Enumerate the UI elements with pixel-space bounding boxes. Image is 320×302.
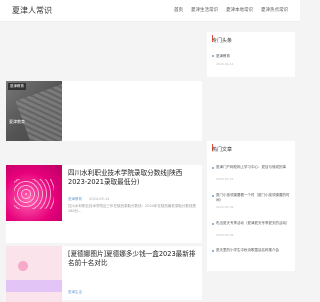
nav-item-local[interactable]: 夏津本地常识 (226, 7, 253, 13)
keyboard-image (15, 81, 62, 141)
widget-title: 专门头条 (212, 38, 233, 44)
bullet-icon (212, 223, 214, 225)
nav-item-life[interactable]: 夏津生活常识 (191, 7, 218, 13)
post-category[interactable]: 夏津教育 (68, 197, 82, 201)
banner-image (6, 280, 62, 292)
featured-thumbnail[interactable]: 夏津教育 夏津教育 (6, 81, 62, 141)
post-date: 2024-09-14 (89, 197, 110, 201)
nav-item-home[interactable]: 首页 (174, 7, 183, 13)
post-thumbnail[interactable] (6, 246, 62, 302)
flower-image (10, 256, 36, 276)
widget-title: 热门文章 (212, 147, 233, 153)
bullet-icon (212, 250, 214, 252)
site-header: 夏津人常识 首页 夏津生活常识 夏津本地常识 夏津热点常识 (0, 0, 300, 22)
nav-item-hot[interactable]: 夏津热点常识 (261, 7, 288, 13)
post-excerpt: 四川水利职业技术学院近三年在陕西录取分数线：2024年在陕西最低录取分数线是28… (68, 204, 196, 213)
hearts-image (14, 179, 54, 209)
hot-item[interactable]: 吃出夏天专享活动（夏津夏天专享夏天的活动） (216, 221, 294, 226)
bullet-icon (212, 55, 214, 57)
featured-card[interactable]: 夏津教育 夏津教育 (6, 81, 202, 141)
hot-date: 2024-05-15 (216, 177, 234, 181)
hot-item[interactable]: 夏津门户网校网上学习中心：夏目与熊成的事 (216, 165, 294, 170)
post-category[interactable]: 夏津生活 (68, 290, 82, 294)
hot-widget: 热门文章 夏津门户网校网上学习中心：夏目与熊成的事 2024-05-15 夏门小… (207, 141, 295, 271)
post-meta: 夏津教育 2024-09-14 (68, 197, 109, 202)
post-thumbnail[interactable] (6, 165, 62, 221)
hot-item[interactable]: 夏天里的小学生中秋诗歌童话名称推介会 (216, 248, 294, 253)
bullet-icon (212, 195, 214, 197)
post-card: [夏德娜图片]夏德娜多少钱一盒2023最新排名前十名对比 夏津生活 (6, 246, 202, 302)
main-nav: 首页 夏津生活常识 夏津本地常识 夏津热点常识 (174, 7, 288, 13)
hot-date: 2024-05-08 (216, 233, 234, 237)
featured-caption: 夏津教育 (9, 119, 25, 124)
site-title[interactable]: 夏津人常识 (12, 5, 52, 16)
hot-date: 2024-05-09 (216, 205, 234, 209)
post-card: 四川水利职业技术学院录取分数线|陕西2023-2021录取最低分) 夏津教育 2… (6, 165, 202, 243)
post-meta: 夏津生活 (68, 290, 82, 295)
featured-tag[interactable]: 夏津教育 (8, 83, 26, 90)
latest-widget: 专门头条 夏津教育 2024-09-14 (207, 32, 295, 77)
widget-item[interactable]: 夏津教育 (216, 54, 230, 59)
post-title[interactable]: [夏德娜图片]夏德娜多少钱一盒2023最新排名前十名对比 (68, 250, 198, 268)
bullet-icon (212, 167, 214, 169)
widget-date: 2024-09-14 (216, 62, 234, 66)
hot-item[interactable]: 夏门小孩领操要看一个时（夏门小孩领操要的时间） (216, 193, 294, 203)
post-title[interactable]: 四川水利职业技术学院录取分数线|陕西2023-2021录取最低分) (68, 169, 198, 187)
